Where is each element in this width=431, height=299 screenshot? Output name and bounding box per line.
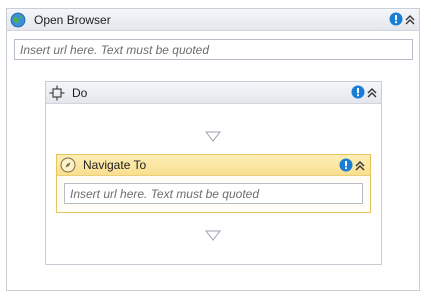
collapse-chevron-icon[interactable]	[404, 13, 416, 31]
scope-title: Do	[72, 86, 88, 100]
do-scope-header[interactable]: Do	[46, 82, 381, 104]
warning-icon[interactable]	[339, 158, 353, 177]
activity-title: Open Browser	[34, 13, 111, 27]
collapse-chevron-icon[interactable]	[354, 159, 366, 177]
drop-target-arrow[interactable]	[204, 129, 222, 147]
warning-icon[interactable]	[389, 12, 403, 31]
do-scope[interactable]: Do Navigate To Insert url here. Text mus…	[45, 81, 382, 265]
globe-icon	[10, 12, 26, 33]
collapse-chevron-icon[interactable]	[366, 86, 378, 104]
navigate-to-activity[interactable]: Navigate To Insert url here. Text must b…	[56, 154, 371, 213]
url-input[interactable]: Insert url here. Text must be quoted	[64, 183, 363, 204]
url-input[interactable]: Insert url here. Text must be quoted	[14, 39, 413, 60]
warning-icon[interactable]	[351, 85, 365, 104]
activity-title: Navigate To	[83, 158, 147, 172]
scope-icon	[49, 85, 65, 106]
open-browser-activity[interactable]: Open Browser Insert url here. Text must …	[6, 8, 420, 291]
navigate-to-header[interactable]: Navigate To	[57, 155, 370, 176]
compass-icon	[60, 157, 76, 178]
drop-target-arrow[interactable]	[204, 228, 222, 246]
open-browser-header[interactable]: Open Browser	[7, 9, 419, 31]
